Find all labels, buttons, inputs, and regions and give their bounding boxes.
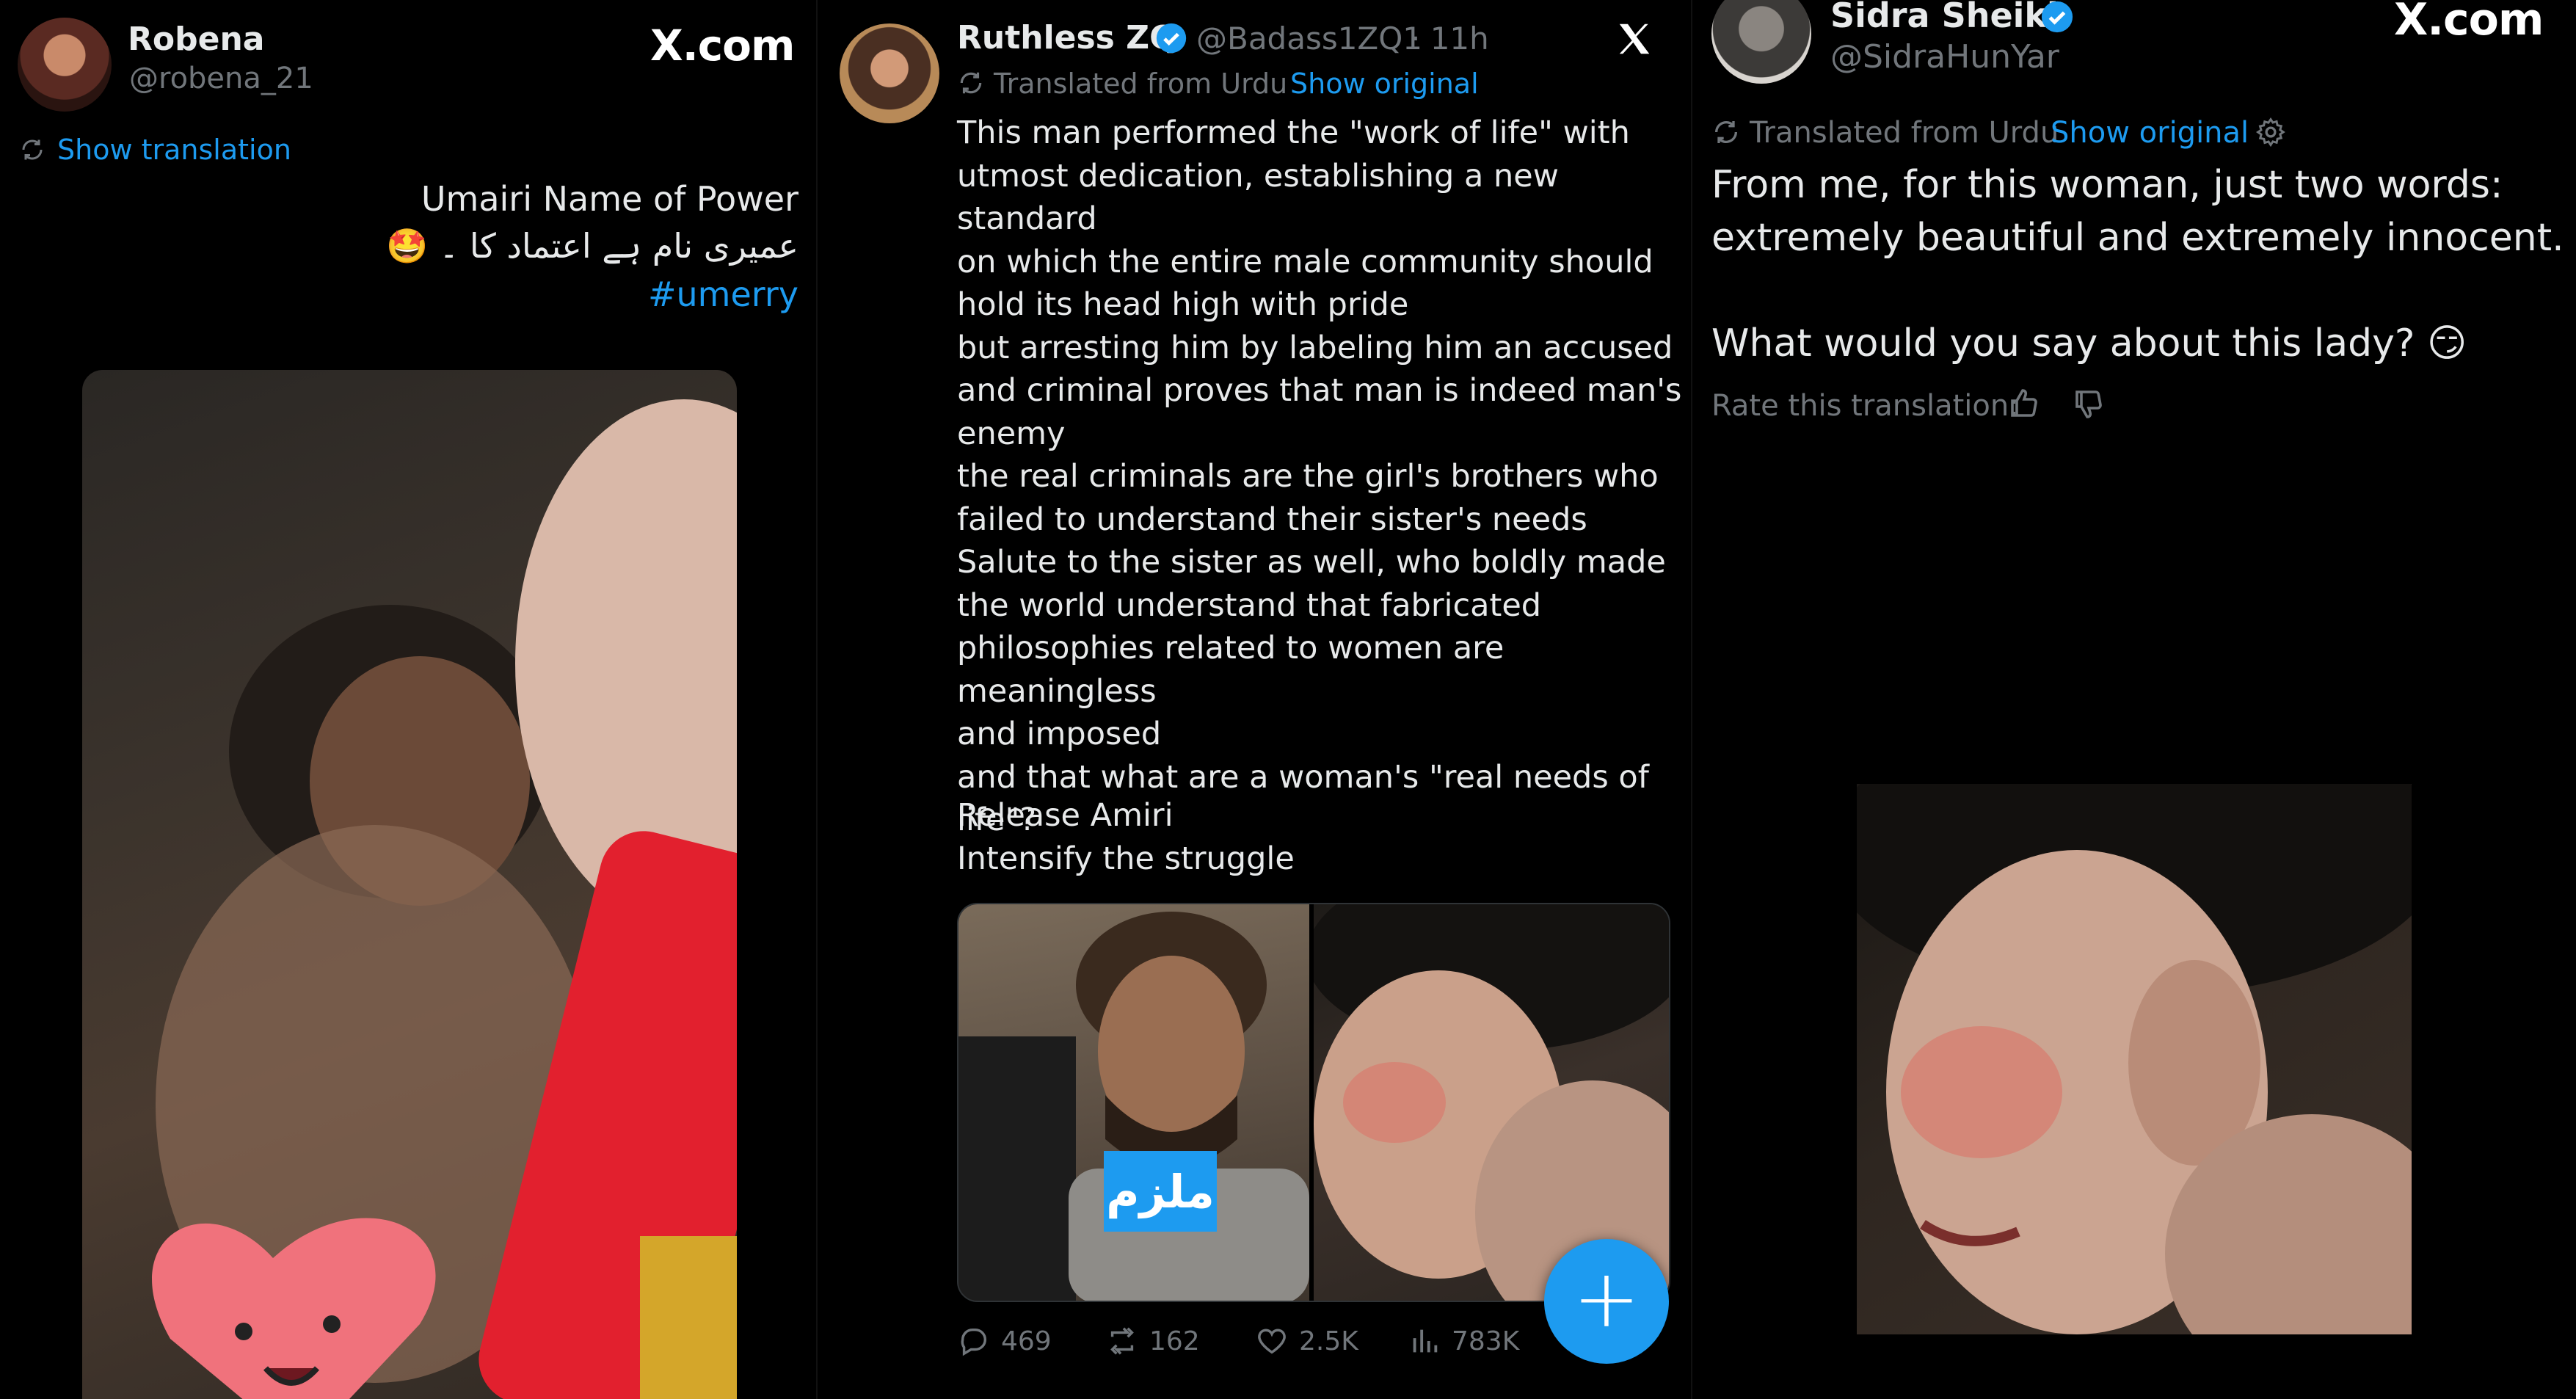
body-line: and that what are a woman's "real needs … bbox=[957, 758, 1649, 796]
views-icon bbox=[1413, 1329, 1438, 1353]
show-original-link[interactable]: Show original bbox=[1290, 68, 1479, 100]
closing-line1: Release Amiri bbox=[957, 797, 1174, 834]
verified-badge-icon bbox=[1155, 22, 1187, 54]
media-image-left[interactable]: ملزم bbox=[958, 904, 1309, 1301]
user-name[interactable]: Sidra Sheikh bbox=[1830, 0, 2071, 35]
repost-count: 162 bbox=[1149, 1326, 1200, 1356]
gear-icon[interactable] bbox=[2255, 116, 2287, 148]
tweet-text-line2: extremely beautiful and extremely innoce… bbox=[1711, 216, 2564, 260]
tweet-panel-robena: Robena @robena_21 X.com Show translation… bbox=[0, 0, 816, 1399]
post-time[interactable]: · 11h bbox=[1411, 21, 1489, 57]
tweet-panel-sidra: Sidra Sheikh @SidraHunYar X.com Translat… bbox=[1691, 0, 2576, 1399]
translate-icon bbox=[957, 69, 985, 97]
tweet-body: This man performed the "work of life" wi… bbox=[957, 112, 1684, 842]
show-translation-link[interactable]: Show translation bbox=[57, 134, 291, 166]
user-name[interactable]: Ruthless ZQ bbox=[957, 19, 1177, 57]
hashtag-link[interactable]: #umerry bbox=[648, 275, 798, 314]
user-handle[interactable]: @SidraHunYar bbox=[1830, 38, 2059, 76]
body-line: the world understand that fabricated bbox=[957, 586, 1542, 624]
user-handle[interactable]: @Badass1ZQ1 bbox=[1196, 21, 1422, 57]
closing-line2: Intensify the struggle bbox=[957, 840, 1295, 877]
tweet-panel-ruthless: Ruthless ZQ @Badass1ZQ1 · 11h Translated… bbox=[816, 0, 1691, 1399]
x-logo-icon bbox=[1615, 19, 1654, 59]
body-line: utmost dedication, establishing a new st… bbox=[957, 157, 1559, 238]
body-line: enemy bbox=[957, 415, 1066, 452]
reply-button[interactable]: 469 bbox=[957, 1324, 1052, 1358]
body-line: hold its head high with pride bbox=[957, 286, 1409, 323]
compose-post-button[interactable]: + bbox=[1544, 1239, 1669, 1364]
tweet-text-line3: What would you say about this lady? 😏 bbox=[1711, 321, 2467, 366]
site-watermark: X.com bbox=[650, 21, 795, 70]
tweet-text-line1: From me, for this woman, just two words: bbox=[1711, 163, 2503, 207]
translate-icon bbox=[1711, 117, 1741, 147]
body-line: and criminal proves that man is indeed m… bbox=[957, 372, 1682, 409]
thumbs-up-icon[interactable] bbox=[2006, 386, 2042, 421]
tweet-image[interactable] bbox=[82, 370, 737, 1399]
body-line: and imposed bbox=[957, 716, 1162, 752]
avatar[interactable] bbox=[840, 23, 939, 123]
body-line: but arresting him by labeling him an acc… bbox=[957, 329, 1673, 366]
translated-from-label: Translated from Urdu bbox=[1750, 116, 2059, 150]
rate-translation-label: Rate this translation: bbox=[1711, 389, 2019, 423]
tweet-image[interactable] bbox=[1857, 784, 2412, 1334]
tweet-text-line1: Umairi Name of Power bbox=[421, 179, 798, 219]
body-line: failed to understand their sister's need… bbox=[957, 501, 1587, 538]
views-button[interactable]: 783K bbox=[1408, 1324, 1519, 1358]
site-watermark: X.com bbox=[2394, 0, 2544, 46]
avatar[interactable] bbox=[18, 18, 112, 112]
body-line: the real criminals are the girl's brothe… bbox=[957, 458, 1659, 495]
reply-icon bbox=[961, 1328, 987, 1356]
like-icon bbox=[1258, 1329, 1286, 1354]
photo-content bbox=[1857, 784, 2412, 1334]
repost-icon bbox=[1110, 1327, 1134, 1355]
verified-badge-icon bbox=[2040, 0, 2074, 34]
translate-icon bbox=[19, 137, 46, 163]
like-button[interactable]: 2.5K bbox=[1255, 1324, 1358, 1358]
tweet-text-line2: عمیری نام ہے اعتماد کا ۔ 🤩 bbox=[386, 226, 798, 266]
tweet-media-grid: ملزم bbox=[957, 903, 1670, 1302]
photo-content bbox=[152, 399, 737, 1399]
view-count: 783K bbox=[1452, 1326, 1520, 1356]
avatar[interactable] bbox=[1711, 0, 1811, 84]
reply-count: 469 bbox=[1001, 1326, 1052, 1356]
body-line: philosophies related to women are meanin… bbox=[957, 630, 1505, 710]
plus-icon: + bbox=[1572, 1251, 1641, 1345]
user-name[interactable]: Robena bbox=[128, 21, 264, 58]
repost-button[interactable]: 162 bbox=[1105, 1324, 1200, 1358]
body-line: on which the entire male community shoul… bbox=[957, 243, 1653, 280]
show-original-link[interactable]: Show original bbox=[2051, 116, 2249, 150]
user-handle[interactable]: @robena_21 bbox=[129, 62, 313, 95]
body-line: Salute to the sister as well, who boldly… bbox=[957, 544, 1666, 581]
photo-content bbox=[958, 912, 1309, 1301]
accused-badge: ملزم bbox=[1104, 1151, 1217, 1232]
like-count: 2.5K bbox=[1299, 1326, 1358, 1356]
translated-from-label: Translated from Urdu bbox=[994, 68, 1288, 100]
thumbs-down-icon[interactable] bbox=[2071, 386, 2106, 421]
body-line: This man performed the "work of life" wi… bbox=[957, 115, 1630, 151]
